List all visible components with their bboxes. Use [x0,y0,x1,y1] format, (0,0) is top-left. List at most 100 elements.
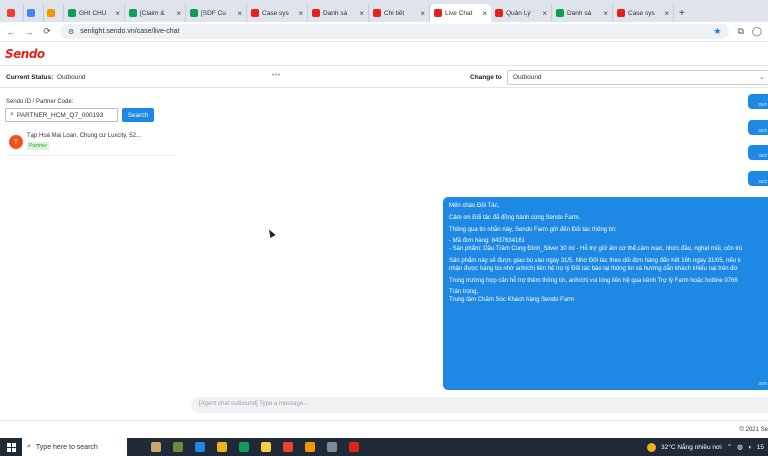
message-line: Sản phẩm này sẽ được giao bù vào ngày 31… [449,257,741,264]
close-tab-icon[interactable]: × [420,9,425,18]
address-bar: ← → ⟳ ⚙ senlight.sendo.vn/case/live-chat… [0,22,768,42]
favicon-icon [617,9,625,17]
search-icon: ⌕ [27,443,31,450]
browser-tab[interactable]: Danh sá × [308,4,369,22]
widgets-icon[interactable] [169,438,187,456]
favicon-icon [556,9,564,17]
favicon-icon [495,9,503,17]
browser-tab[interactable]: Case sys × [613,4,674,22]
sendo-logo[interactable]: Sendo [5,47,45,61]
clock[interactable]: 15 [757,444,764,451]
file-explorer-icon[interactable] [213,438,231,456]
reload-icon[interactable]: ⟳ [42,26,52,37]
message-line: Cảm ơn Đối tác đã đồng hành cùng Sendo F… [449,214,581,221]
message-line: - Sản phẩm: Dầu Tràm Cung Đình_Silver 30… [449,246,743,253]
message-time: 30/0 [758,153,767,158]
drag-handle-icon[interactable]: ••• [272,72,281,79]
tray-arrow-icon[interactable]: ⌃ [727,443,732,451]
favicon-icon [47,9,55,17]
message-bubble: 30/0 [748,171,768,186]
sheets-icon[interactable] [235,438,253,456]
chrome-icon[interactable] [279,438,297,456]
search-label: Sendo ID / Partner Code: [6,99,74,105]
close-tab-icon[interactable]: × [359,9,364,18]
system-tray: 32°C Nắng nhiều nơi ⌃ ◍ ◖ 15 [646,442,768,452]
partner-badge: Partner [27,142,50,150]
browser-tab[interactable]: Quản Lý × [491,4,552,22]
sticky-notes-icon[interactable] [257,438,275,456]
message-bubble: 30/0 [748,145,768,160]
back-icon[interactable]: ← [6,27,16,37]
tab-title: [SDF Cu [201,9,226,17]
tab-title: Danh sá [567,9,592,17]
weather-text[interactable]: 32°C Nắng nhiều nơi [661,444,722,451]
change-status-select[interactable]: Outbound ⌄ [507,70,768,85]
message-line: Trân trọng, [449,289,479,296]
partner-search-input[interactable]: ⌕ PARTNER_HCM_Q7_000193 [5,108,118,122]
browser-tab[interactable] [24,4,44,22]
app-header: Sendo [0,42,768,66]
weather-icon[interactable] [646,442,656,452]
close-tab-icon[interactable]: × [664,9,669,18]
profile-icon[interactable]: ◯ [752,26,762,37]
message-line: Mến chào Đối Tác, [449,203,500,209]
close-tab-icon[interactable]: × [298,9,303,18]
app-icon[interactable] [301,438,319,456]
message-bubble: 30/0 [748,120,768,135]
start-button[interactable] [0,438,22,456]
favicon-icon [129,9,137,17]
copyright-text: © 2021 Se [739,427,768,433]
browser-tab[interactable] [4,4,24,22]
url-text: senlight.sendo.vn/case/live-chat [80,28,180,35]
page-footer: © 2021 Se [0,420,768,438]
chat-message-input[interactable]: [Agent chat outbound] Type a message... [191,397,768,413]
close-tab-icon[interactable]: × [176,9,181,18]
network-icon[interactable]: ◍ [737,443,743,451]
browser-tab[interactable]: Live Chat × [430,4,491,22]
search-button[interactable]: Search [122,108,154,122]
tab-title: Case sys [262,9,289,17]
site-info-icon[interactable]: ⚙ [68,28,74,36]
message-bubble: 30/0 [748,94,768,109]
edge-icon[interactable] [191,438,209,456]
contact-panel: Sendo ID / Partner Code: ⌕ PARTNER_HCM_Q… [0,96,180,416]
browser-tab[interactable]: Case sys × [247,4,308,22]
message-time: 30/0 [758,381,767,387]
extensions-icon[interactable]: ⧉ [737,26,743,37]
windows-taskbar: ⌕ Type here to search 32°C Nắng nhiều nơ… [0,438,768,456]
avatar: T [9,135,23,149]
message-text: Mến chào Đối Tác, Cảm ơn Đối tác đã đồng … [449,203,768,305]
browser-tab[interactable]: Chi tiết × [369,4,430,22]
close-tab-icon[interactable]: × [603,9,608,18]
favicon-icon [312,9,320,17]
favicon-icon [251,9,259,17]
close-tab-icon[interactable]: × [542,9,547,18]
bookmark-star-icon[interactable]: ★ [713,26,721,37]
favicon-icon [27,9,35,17]
tab-title: Case sys [628,9,655,17]
message-bubble-outbound: Mến chào Đối Tác, Cảm ơn Đối tác đã đồng … [443,197,768,390]
new-tab-button[interactable]: + [674,8,690,22]
tab-title: Chi tiết [384,9,405,17]
contact-list-item[interactable]: T Tạp Hoá Mai Loan, Chung cư Luxcity, 52… [5,130,175,156]
browser-tab[interactable]: [SDF Cu × [186,4,247,22]
close-tab-icon[interactable]: × [115,9,120,18]
browser-tab-strip: GHI CHÚ × [Claim & × [SDF Cu × Case sys × Danh s… [0,0,768,22]
browser-tab[interactable]: [Claim & × [125,4,186,22]
browser-tab[interactable]: Danh sá × [552,4,613,22]
close-tab-icon[interactable]: × [482,9,487,18]
sendo-icon[interactable] [345,438,363,456]
message-line: Trong trường hợp cần hỗ trợ thêm thông t… [449,277,738,284]
message-line: Thông qua tin nhắn này, Sendo Farm gửi đ… [449,226,617,233]
task-view-icon[interactable] [147,438,165,456]
browser-tab[interactable]: GHI CHÚ × [64,4,125,22]
url-field[interactable]: ⚙ senlight.sendo.vn/case/live-chat ★ [60,24,730,39]
favicon-icon [190,9,198,17]
close-tab-icon[interactable]: × [237,9,242,18]
forward-icon[interactable]: → [24,27,34,37]
volume-icon[interactable]: ◖ [748,444,752,451]
app2-icon[interactable] [323,438,341,456]
message-time: 30/0 [758,102,767,107]
browser-tab[interactable] [44,4,64,22]
taskbar-search-input[interactable]: ⌕ Type here to search [22,438,127,456]
